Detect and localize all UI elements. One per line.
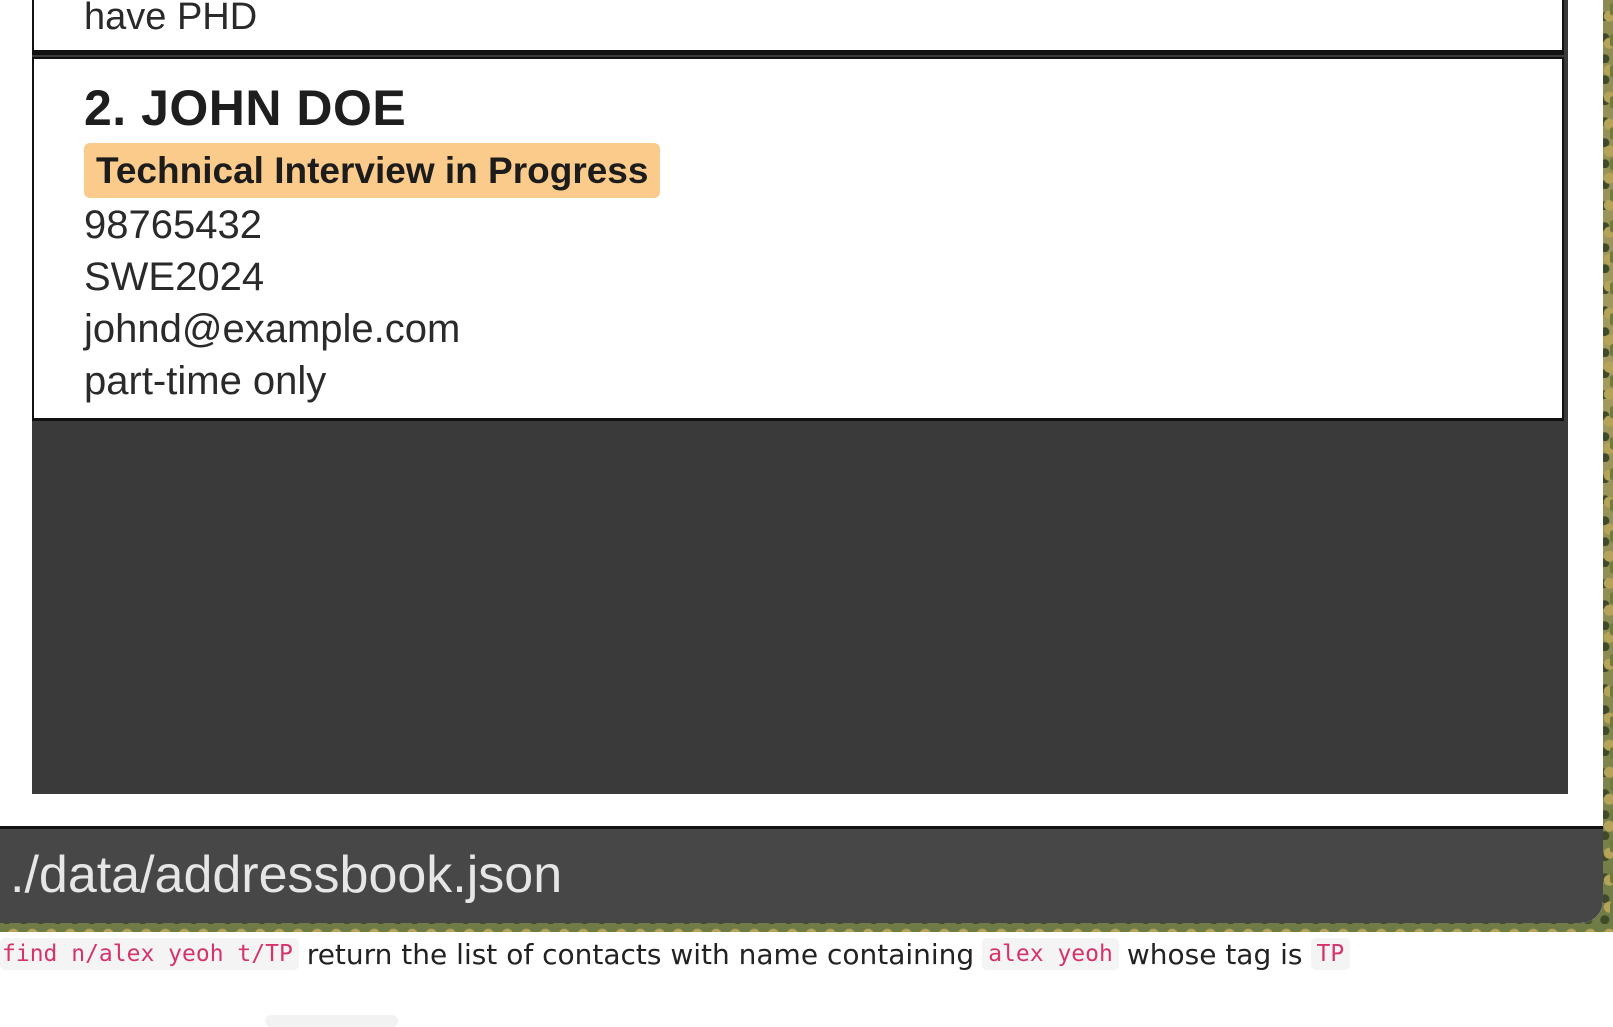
status-badge: Technical Interview in Progress [84,143,661,198]
tag-keyword-code: TP [1310,938,1351,970]
documentation-caption: find n/alex yeoh t/TP return the list of… [0,934,1354,974]
person-email: johnd@example.com [84,307,461,351]
caption-text-2: whose tag is [1126,937,1303,971]
person-job-code: SWE2024 [84,255,265,299]
name-keyword-code: alex yeoh [982,938,1119,970]
next-code-block-stub [265,1015,398,1027]
save-file-path: ./data/addressbook.json [10,846,563,904]
status-bar: ./data/addressbook.json [0,826,1603,923]
person-card-previous[interactable]: have PHD [32,0,1564,55]
person-remark: part-time only [84,359,327,403]
person-remark: have PHD [84,0,258,38]
caption-text-1: return the list of contacts with name co… [306,937,975,971]
person-list[interactable]: have PHD 2. JOHN DOE Technical Interview… [32,0,1568,794]
person-card-current[interactable]: 2. JOHN DOE Technical Interview in Progr… [32,57,1564,421]
person-phone: 98765432 [84,203,262,247]
app-window: have PHD 2. JOHN DOE Technical Interview… [0,0,1603,923]
command-example: find n/alex yeoh t/TP [0,938,299,970]
person-name: 2. JOHN DOE [84,80,407,136]
